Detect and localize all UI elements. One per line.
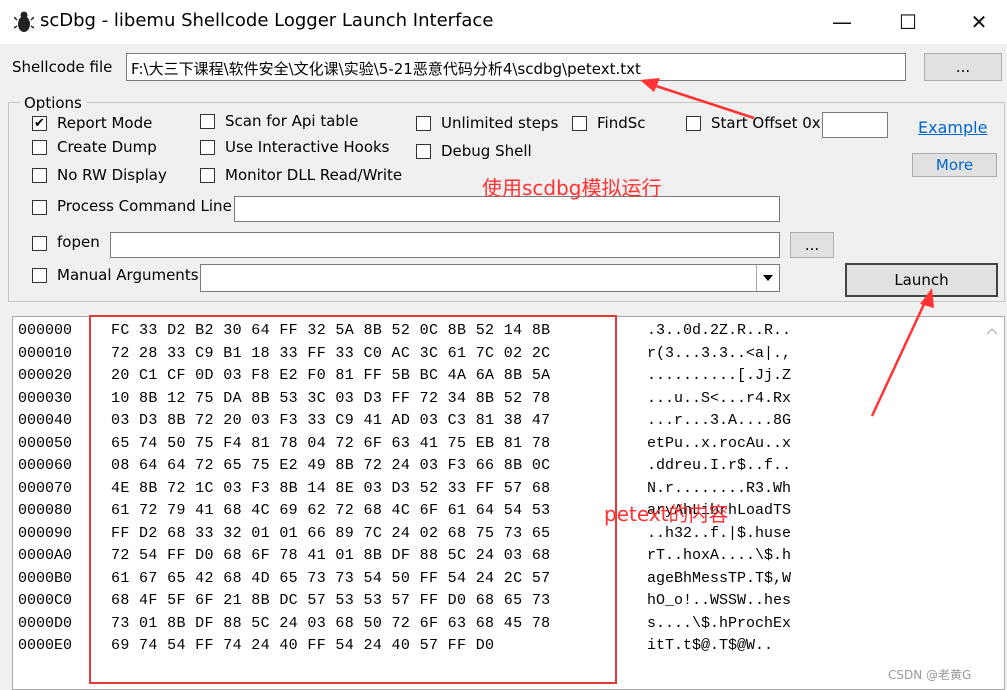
annotation-arrows [640, 78, 934, 417]
arrow-to-path-line [649, 82, 755, 120]
csdn-watermark: CSDN @老黄G [888, 668, 972, 682]
arrow-to-launch-head [920, 288, 934, 308]
arrow-to-launch-line [870, 301, 927, 417]
arrow-to-path-head [640, 78, 660, 92]
